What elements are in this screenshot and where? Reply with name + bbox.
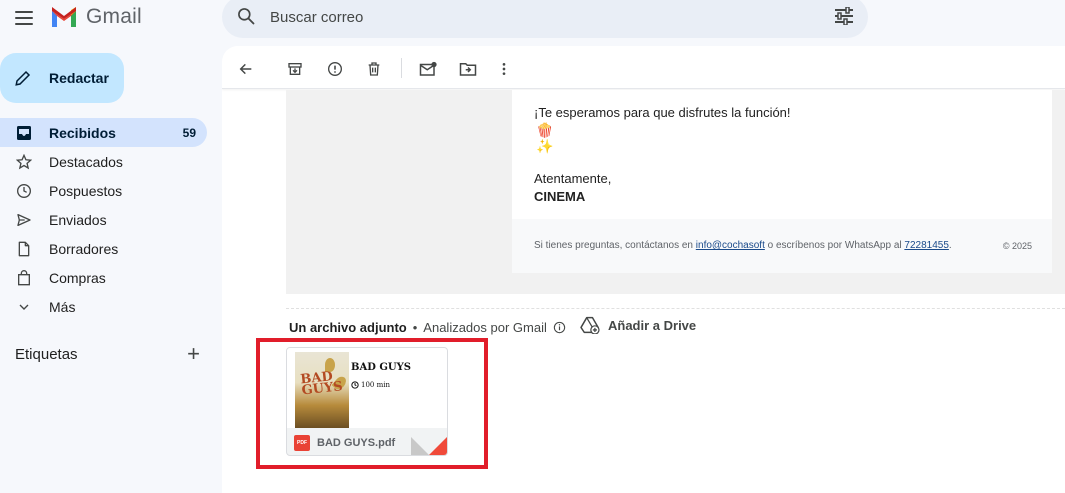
move-to-icon[interactable] xyxy=(456,57,480,81)
archive-icon[interactable] xyxy=(283,57,307,81)
poster-title: BAD GUYS xyxy=(299,369,344,399)
chevron-down-icon xyxy=(16,299,32,315)
sidebar-item-more[interactable]: Más xyxy=(0,292,207,321)
drive-add-icon xyxy=(580,316,600,334)
back-arrow-icon[interactable] xyxy=(234,57,258,81)
message-toolbar xyxy=(222,46,1065,89)
add-to-drive-button[interactable]: Añadir a Drive xyxy=(580,316,696,334)
pencil-icon xyxy=(15,70,31,86)
search-icon[interactable] xyxy=(236,6,256,26)
thumbnail-duration: 100 min xyxy=(351,381,390,389)
sidebar-item-inbox[interactable]: Recibidos 59 xyxy=(0,118,207,147)
send-icon xyxy=(16,212,32,228)
clock-icon xyxy=(351,381,359,389)
thumbnail-title: BAD GUYS xyxy=(351,362,411,373)
attachment-filename: BAD GUYS.pdf xyxy=(317,436,396,449)
unread-count: 59 xyxy=(182,125,196,140)
sidebar-item-starred[interactable]: Destacados xyxy=(0,147,207,176)
attachment-thumbnail: BAD GUYS BAD GUYS 100 min xyxy=(287,348,447,428)
labels-title: Etiquetas xyxy=(15,345,78,363)
footer-suffix: . xyxy=(948,240,952,251)
footer-phone-link[interactable]: 72281455 xyxy=(904,240,949,251)
mark-unread-icon[interactable] xyxy=(416,57,440,81)
top-bar: Gmail xyxy=(0,0,1065,40)
footer-prefix: Si tienes preguntas, contáctanos en xyxy=(534,240,696,251)
sidebar-item-label: Recibidos xyxy=(49,124,116,141)
email-line: ¡Te esperamos para que disfrutes la func… xyxy=(534,105,791,120)
add-to-drive-label: Añadir a Drive xyxy=(608,317,697,333)
search-bar xyxy=(222,0,868,38)
copyright: © 2025 xyxy=(1002,241,1032,251)
search-input[interactable] xyxy=(270,3,770,31)
add-label-icon[interactable]: + xyxy=(187,343,200,365)
attachments-divider xyxy=(286,308,1065,309)
email-footer-text: Si tienes preguntas, contáctanos en info… xyxy=(534,240,952,251)
more-vert-icon[interactable] xyxy=(492,57,516,81)
separator-dot: • xyxy=(412,320,418,335)
sidebar-item-snoozed[interactable]: Pospuestos xyxy=(0,176,207,205)
attachments-header: Un archivo adjunto • Analizados por Gmai… xyxy=(289,320,566,335)
sidebar-item-purchases[interactable]: Compras xyxy=(0,263,207,292)
compose-label: Redactar xyxy=(49,70,109,86)
message-panel: ¡Te esperamos para que disfrutes la func… xyxy=(222,46,1065,493)
report-spam-icon[interactable] xyxy=(323,57,347,81)
popcorn-icon: 🍿 xyxy=(536,122,554,138)
email-signature: CINEMA xyxy=(534,189,586,204)
sidebar-nav: Recibidos 59 Destacados Pospuestos Envia… xyxy=(0,118,207,321)
gmail-logo[interactable]: Gmail xyxy=(50,5,142,29)
sidebar-item-label: Borradores xyxy=(49,240,119,257)
email-content-card: ¡Te esperamos para que disfrutes la func… xyxy=(512,90,1052,273)
email-body: ¡Te esperamos para que disfrutes la func… xyxy=(286,90,1065,294)
gmail-m-icon xyxy=(52,7,76,27)
inbox-icon xyxy=(16,125,32,141)
draft-icon xyxy=(16,241,32,257)
star-icon xyxy=(16,153,32,170)
clock-icon xyxy=(16,183,32,199)
sidebar-item-drafts[interactable]: Borradores xyxy=(0,234,207,263)
page-fold-decoration xyxy=(411,437,429,455)
app-name: Gmail xyxy=(86,5,142,28)
labels-section-header: Etiquetas + xyxy=(15,343,200,365)
sidebar-item-label: Pospuestos xyxy=(49,182,123,199)
sidebar-item-label: Enviados xyxy=(49,211,107,228)
delete-icon[interactable] xyxy=(362,57,386,81)
shopping-bag-icon xyxy=(16,269,32,286)
attachment-count: Un archivo adjunto xyxy=(289,320,407,335)
movie-poster-image: BAD GUYS xyxy=(295,352,349,428)
attachment-card[interactable]: BAD GUYS BAD GUYS 100 min PDF BAD GUYS.p… xyxy=(286,347,448,456)
main-menu-icon[interactable] xyxy=(12,6,36,30)
sparkles-icon: ✨ xyxy=(536,138,554,154)
sidebar-item-sent[interactable]: Enviados xyxy=(0,205,207,234)
footer-email-link[interactable]: info@cochasoft xyxy=(696,240,765,251)
pdf-corner-decoration xyxy=(429,437,447,455)
scanned-label: Analizados por Gmail xyxy=(423,320,547,335)
sidebar-item-label: Más xyxy=(49,298,76,315)
pdf-icon: PDF xyxy=(294,434,310,451)
sidebar-item-label: Destacados xyxy=(49,153,123,170)
search-options-icon[interactable] xyxy=(834,7,854,25)
footer-mid: o escríbenos por WhatsApp al xyxy=(764,240,905,251)
email-closing: Atentamente, xyxy=(534,171,612,186)
duration-text: 100 min xyxy=(361,381,390,389)
compose-button[interactable]: Redactar xyxy=(0,53,124,103)
sidebar-item-label: Compras xyxy=(49,269,106,286)
toolbar-divider xyxy=(401,58,402,78)
info-icon[interactable] xyxy=(553,321,566,334)
